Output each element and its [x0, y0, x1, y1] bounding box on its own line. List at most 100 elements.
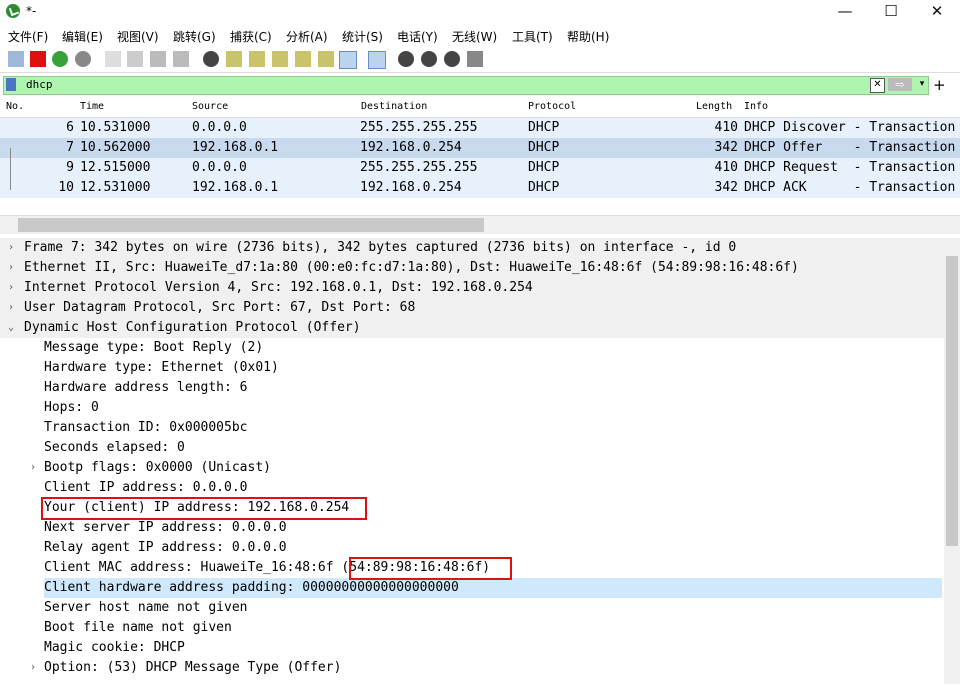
packet-time: 10.531000 — [80, 120, 151, 135]
dhcp-field[interactable]: Hops: 0 — [44, 398, 99, 418]
go-first-packet-icon[interactable] — [295, 51, 311, 67]
packet-protocol: DHCP — [528, 120, 560, 135]
colorize-icon[interactable] — [368, 51, 386, 69]
detail-udp[interactable]: › User Datagram Protocol, Src Port: 67, D… — [0, 298, 944, 318]
detail-ethernet[interactable]: › Ethernet II, Src: HuaweiTe_d7:1a:80 (00… — [0, 258, 944, 278]
autoscroll-icon[interactable] — [339, 51, 357, 69]
menu-file[interactable]: 文件(F) — [8, 28, 48, 45]
display-filter-bar[interactable]: dhcp ✕ ⇨ ▾ — [3, 76, 929, 95]
go-to-packet-icon[interactable] — [272, 51, 288, 67]
go-back-icon[interactable] — [226, 51, 242, 67]
packet-info: DHCP Offer - Transaction — [744, 140, 956, 155]
dhcp-field[interactable]: Relay agent IP address: 0.0.0.0 — [44, 538, 287, 558]
menu-edit[interactable]: 编辑(E) — [62, 28, 103, 45]
dhcp-field[interactable]: Transaction ID: 0x000005bc — [44, 418, 248, 438]
menu-help[interactable]: 帮助(H) — [567, 28, 609, 45]
save-file-icon[interactable] — [127, 51, 143, 67]
capture-options-icon[interactable] — [75, 51, 91, 67]
display-filter-input[interactable]: dhcp — [26, 78, 53, 91]
menu-wireless[interactable]: 无线(W) — [452, 28, 497, 45]
dhcp-field[interactable]: Hardware address length: 6 — [44, 378, 248, 398]
detail-frame[interactable]: › Frame 7: 342 bytes on wire (2736 bits),… — [0, 238, 944, 258]
expand-icon[interactable]: › — [30, 662, 36, 673]
menu-go[interactable]: 跳转(G) — [173, 28, 216, 45]
reload-file-icon[interactable] — [173, 51, 189, 67]
col-protocol[interactable]: Protocol — [528, 101, 576, 112]
dhcp-option[interactable]: Option: (53) DHCP Message Type (Offer) — [44, 658, 341, 678]
dhcp-field-selected[interactable]: Client hardware address padding: 0000000… — [44, 578, 942, 598]
expand-icon[interactable]: › — [30, 462, 36, 473]
find-packet-icon[interactable] — [203, 51, 219, 67]
packet-destination: 192.168.0.254 — [360, 180, 462, 195]
add-filter-button[interactable]: + — [933, 76, 946, 94]
packet-info: DHCP Request - Transaction — [744, 160, 956, 175]
menu-capture[interactable]: 捕获(C) — [230, 28, 272, 45]
col-source[interactable]: Source — [192, 101, 228, 112]
detail-dhcp[interactable]: ⌄ Dynamic Host Configuration Protocol (Of… — [0, 318, 944, 338]
menu-analyze[interactable]: 分析(A) — [286, 28, 328, 45]
wireshark-logo-icon — [6, 4, 20, 18]
col-destination[interactable]: Destination — [361, 101, 427, 112]
packet-row[interactable]: 6 10.531000 0.0.0.0 255.255.255.255 DHCP… — [0, 118, 960, 138]
dhcp-field[interactable]: Message type: Boot Reply (2) — [44, 338, 263, 358]
bookmark-icon[interactable] — [6, 78, 16, 91]
resize-columns-icon[interactable] — [467, 51, 483, 67]
dhcp-field-bootp-flags[interactable]: Bootp flags: 0x0000 (Unicast) — [44, 458, 271, 478]
dhcp-field[interactable]: Seconds elapsed: 0 — [44, 438, 185, 458]
annotation-box-mac — [349, 557, 512, 580]
clear-filter-icon[interactable]: ✕ — [870, 78, 885, 93]
filter-dropdown-icon[interactable]: ▾ — [916, 78, 928, 91]
go-forward-icon[interactable] — [249, 51, 265, 67]
expand-icon[interactable]: › — [8, 258, 14, 278]
col-info[interactable]: Info — [744, 101, 768, 112]
menu-tools[interactable]: 工具(T) — [512, 28, 553, 45]
scrollbar-thumb[interactable] — [18, 218, 484, 232]
expand-icon[interactable]: › — [8, 278, 14, 298]
zoom-out-icon[interactable] — [421, 51, 437, 67]
apply-filter-button[interactable]: ⇨ — [888, 78, 912, 91]
minimize-button[interactable]: — — [822, 0, 868, 24]
maximize-button[interactable]: ☐ — [868, 0, 914, 24]
dhcp-field[interactable]: Next server IP address: 0.0.0.0 — [44, 518, 287, 538]
dhcp-field[interactable]: Hardware type: Ethernet (0x01) — [44, 358, 279, 378]
normal-size-icon[interactable] — [444, 51, 460, 67]
col-length[interactable]: Length — [696, 101, 732, 112]
expand-icon[interactable]: › — [8, 298, 14, 318]
packet-source: 192.168.0.1 — [192, 180, 279, 195]
dhcp-field[interactable]: Magic cookie: DHCP — [44, 638, 185, 658]
menu-view[interactable]: 视图(V) — [117, 28, 159, 45]
open-file-icon[interactable] — [105, 51, 121, 67]
close-file-icon[interactable] — [150, 51, 166, 67]
scrollbar-thumb[interactable] — [946, 256, 958, 546]
main-toolbar — [0, 48, 960, 73]
packet-time: 10.562000 — [80, 140, 151, 155]
zoom-in-icon[interactable] — [398, 51, 414, 67]
vertical-scrollbar[interactable] — [944, 238, 960, 684]
conversation-bracket — [10, 148, 11, 190]
go-last-packet-icon[interactable] — [318, 51, 334, 67]
stop-capture-icon[interactable] — [30, 51, 46, 67]
window-title: *- — [26, 4, 37, 18]
detail-ip[interactable]: › Internet Protocol Version 4, Src: 192.1… — [0, 278, 944, 298]
menu-telephony[interactable]: 电话(Y) — [397, 28, 438, 45]
dhcp-field[interactable]: Client IP address: 0.0.0.0 — [44, 478, 248, 498]
packet-row-selected[interactable]: 7 10.562000 192.168.0.1 192.168.0.254 DH… — [0, 138, 960, 158]
restart-capture-icon[interactable] — [52, 51, 68, 67]
dhcp-field[interactable]: Server host name not given — [44, 598, 248, 618]
packet-protocol: DHCP — [528, 140, 560, 155]
dhcp-field[interactable]: Boot file name not given — [44, 618, 232, 638]
col-time[interactable]: Time — [80, 101, 104, 112]
detail-text: Internet Protocol Version 4, Src: 192.16… — [24, 280, 533, 295]
horizontal-scrollbar[interactable] — [0, 215, 960, 234]
packet-row[interactable]: 10 12.531000 192.168.0.1 192.168.0.254 D… — [0, 178, 960, 198]
packet-no: 10 — [58, 180, 74, 195]
col-no[interactable]: No. — [6, 101, 24, 112]
packet-destination: 255.255.255.255 — [360, 120, 478, 135]
start-capture-icon[interactable] — [8, 51, 24, 67]
collapse-icon[interactable]: ⌄ — [8, 318, 14, 338]
packet-no: 6 — [66, 120, 74, 135]
close-button[interactable]: ✕ — [914, 0, 960, 24]
menu-statistics[interactable]: 统计(S) — [342, 28, 383, 45]
packet-row[interactable]: 9 12.515000 0.0.0.0 255.255.255.255 DHCP… — [0, 158, 960, 178]
expand-icon[interactable]: › — [8, 238, 14, 258]
